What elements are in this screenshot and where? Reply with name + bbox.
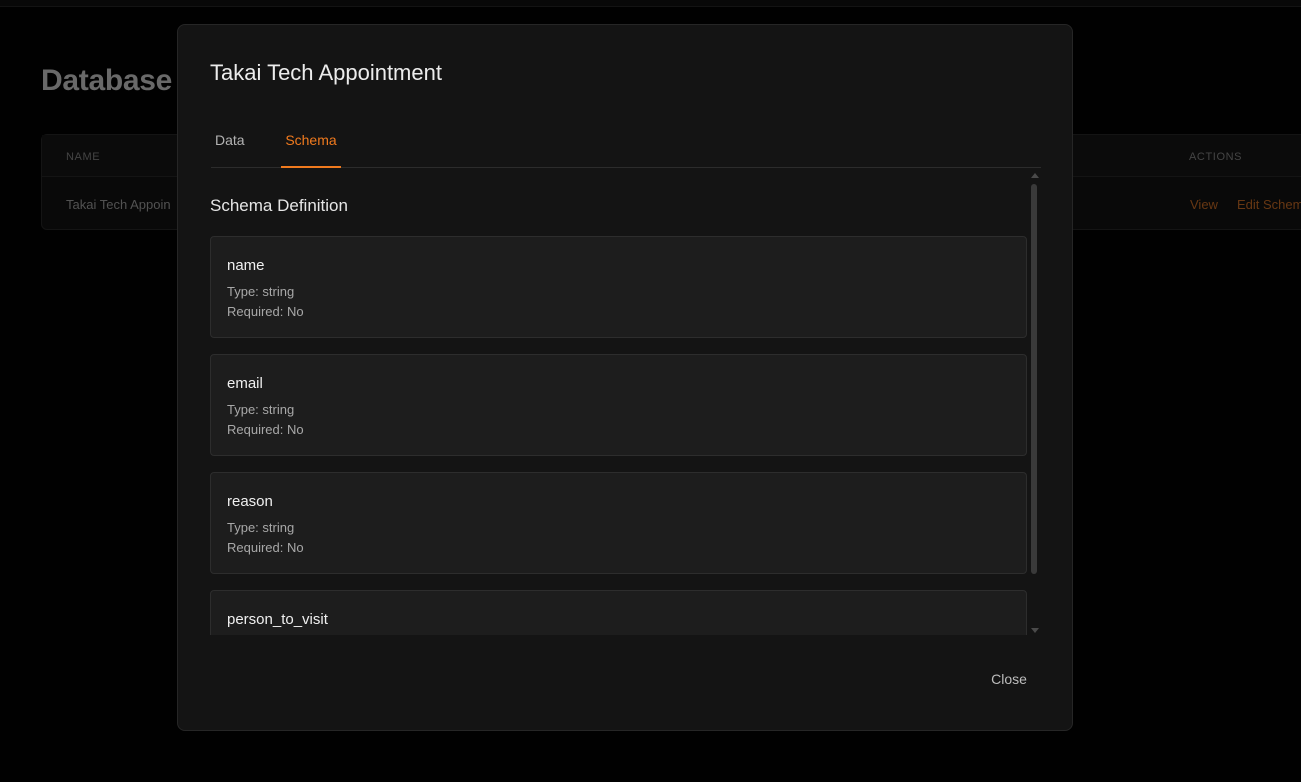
field-name: name (227, 257, 265, 274)
field-name: email (227, 375, 263, 392)
modal-title: Takai Tech Appointment (210, 60, 442, 85)
scroll-up-arrow-icon[interactable] (1031, 173, 1039, 178)
schema-scroll-area[interactable]: Schema Definition name Type: string Requ… (210, 170, 1042, 635)
tab-data[interactable]: Data (215, 125, 249, 168)
field-name: reason (227, 493, 273, 510)
field-card: reason Type: string Required: No (210, 472, 1027, 574)
field-required: Required: No (227, 304, 304, 319)
field-card: person_to_visit (210, 590, 1027, 635)
field-card: email Type: string Required: No (210, 354, 1027, 456)
schema-modal: Takai Tech Appointment Data Schema Schem… (177, 24, 1073, 731)
scrollbar[interactable] (1029, 173, 1039, 633)
tab-bar: Data Schema (211, 125, 1041, 168)
scroll-down-arrow-icon[interactable] (1031, 628, 1039, 633)
field-type: Type: string (227, 520, 295, 535)
field-name: person_to_visit (227, 611, 328, 628)
scrollbar-thumb[interactable] (1031, 184, 1037, 574)
field-required: Required: No (227, 422, 304, 437)
section-title: Schema Definition (210, 196, 348, 215)
field-card: name Type: string Required: No (210, 236, 1027, 338)
field-type: Type: string (227, 402, 295, 417)
close-button[interactable]: Close (974, 665, 1044, 693)
field-type: Type: string (227, 284, 295, 299)
tab-schema[interactable]: Schema (281, 125, 341, 168)
field-required: Required: No (227, 540, 304, 555)
